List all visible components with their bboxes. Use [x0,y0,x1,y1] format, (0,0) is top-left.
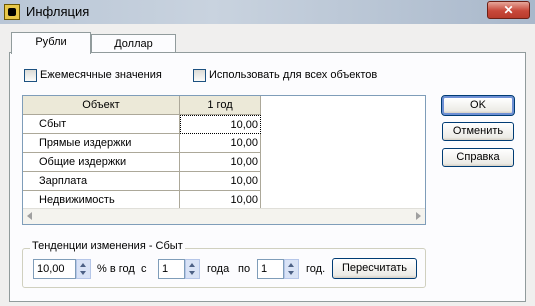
close-button[interactable]: ✕ [487,1,530,19]
all-objects-checkbox[interactable] [193,69,206,82]
spin-up-icon[interactable] [80,263,86,267]
help-button[interactable]: Справка [442,148,514,167]
tab-rubles[interactable]: Рубли [11,32,91,54]
title-bar[interactable]: Инфляция ✕ [0,0,535,24]
table-row-label[interactable]: Сбыт [23,115,180,134]
scroll-right-icon[interactable] [416,212,421,220]
percent-spinner[interactable] [76,259,91,279]
table-cell-value[interactable]: 10,00 [180,172,261,191]
spin-down-icon[interactable] [80,271,86,275]
from-year-spinner[interactable] [185,259,200,279]
ok-button[interactable]: OK [441,95,515,116]
year-label: года [207,263,230,275]
percent-input[interactable]: 10,00 [33,259,76,279]
trend-caption: Тенденции изменения - Сбыт [30,240,185,252]
cancel-button[interactable]: Отменить [442,122,514,141]
table-row-label[interactable]: Прямые издержки [23,134,180,153]
inflation-dialog: Инфляция ✕ Рубли Доллар Ежемесячные знач… [0,0,535,306]
table-row-label[interactable]: Общие издержки [23,153,180,172]
horizontal-scrollbar[interactable] [23,208,425,224]
from-year-input[interactable]: 1 [158,259,185,279]
table-cell-value[interactable]: 10,00 [180,134,261,153]
scroll-left-icon[interactable] [27,212,32,220]
table-cell-value[interactable]: 10,00 [180,153,261,172]
spin-down-icon[interactable] [189,271,195,275]
window-title: Инфляция [26,4,90,19]
table-row-label[interactable]: Зарплата [23,172,180,191]
inflation-grid[interactable]: Объект 1 год Сбыт 10,00 Прямые издержки … [22,95,426,225]
all-objects-label: Использовать для всех объектов [209,69,378,81]
tab-dollar-label: Доллар [114,38,153,50]
tab-rubles-label: Рубли [35,36,67,48]
year-end-label: год. [306,263,326,275]
spin-up-icon[interactable] [288,263,294,267]
app-icon [4,4,20,20]
column-header-year-1[interactable]: 1 год [180,96,261,115]
from-label: с [141,263,147,275]
monthly-values-label: Ежемесячные значения [40,69,162,81]
to-label: по [238,263,251,275]
monthly-values-checkbox[interactable] [24,69,37,82]
spin-up-icon[interactable] [189,263,195,267]
spin-down-icon[interactable] [288,271,294,275]
recalculate-button[interactable]: Пересчитать [332,258,417,279]
to-year-spinner[interactable] [284,259,299,279]
to-year-input[interactable]: 1 [257,259,284,279]
column-header-object[interactable]: Объект [23,96,180,115]
tab-dollar[interactable]: Доллар [91,34,176,54]
percent-per-year-label: % в год [97,263,135,275]
table-cell-value[interactable]: 10,00 [180,115,261,134]
